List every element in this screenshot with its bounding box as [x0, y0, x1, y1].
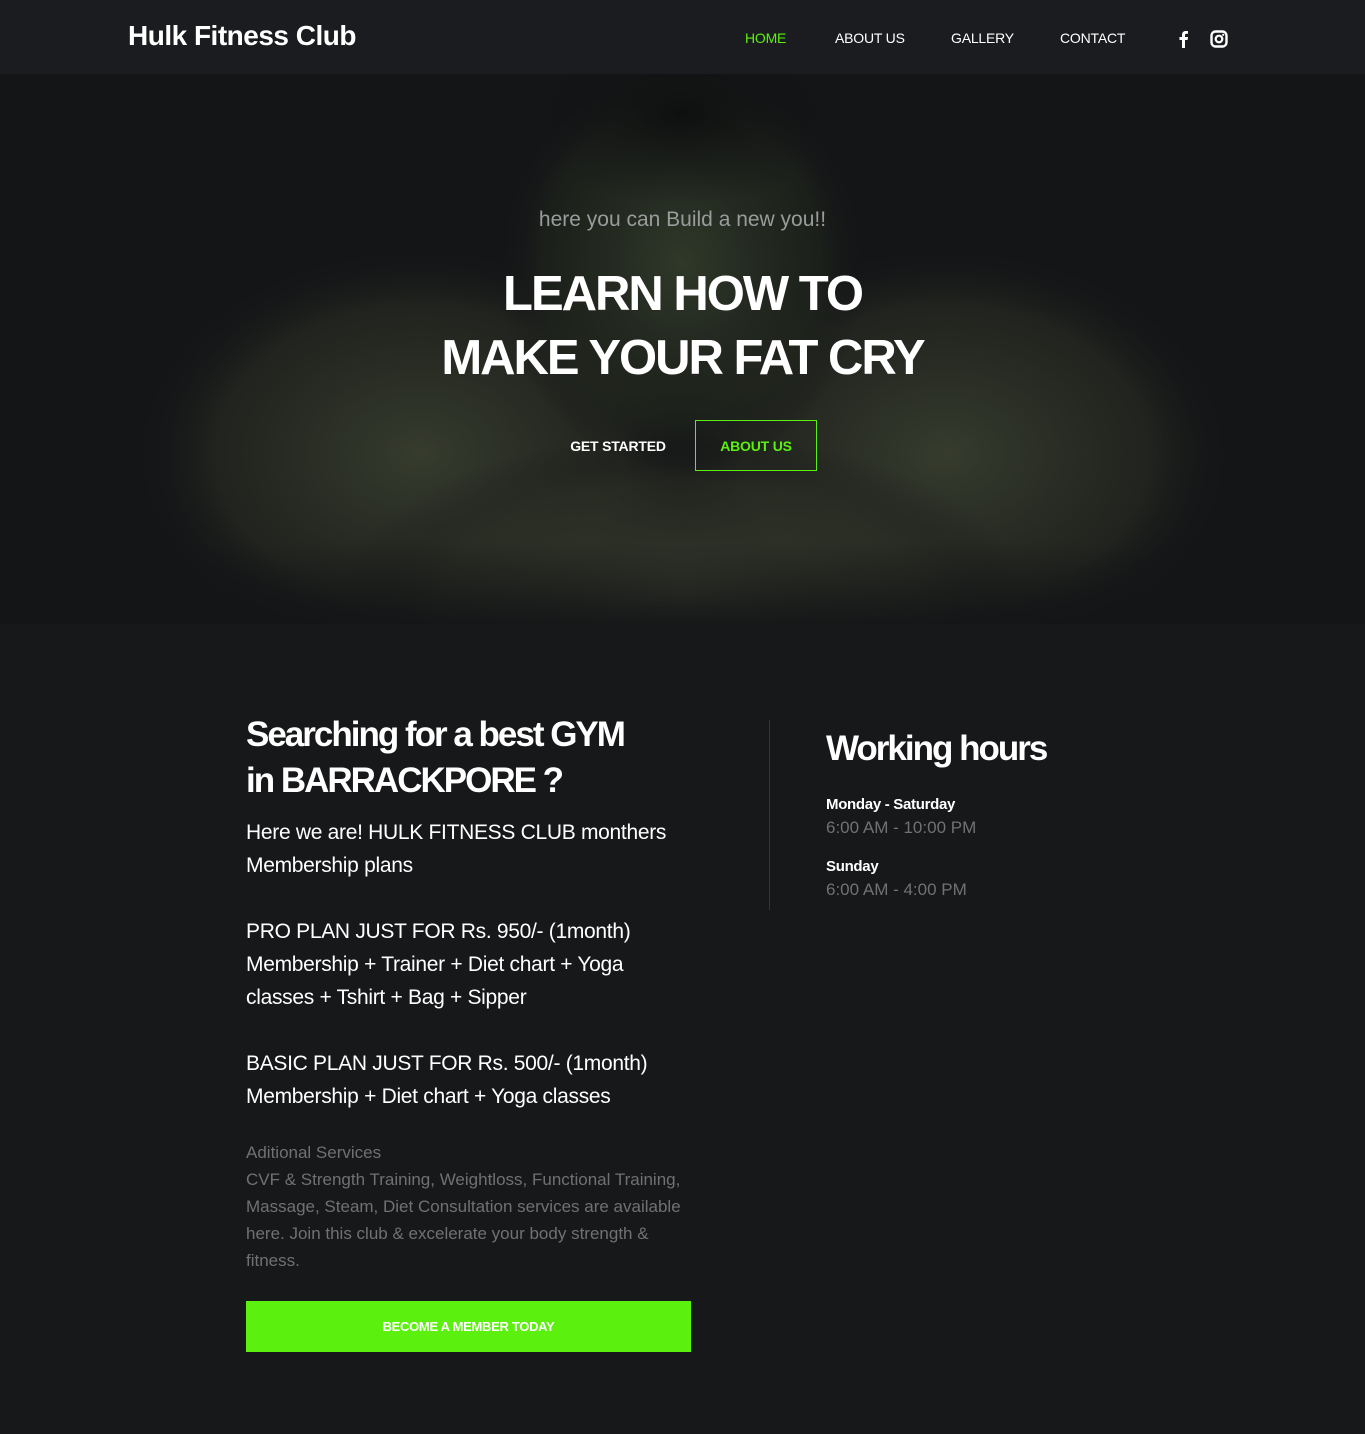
working-hours-section: Working hours Monday - Saturday 6:00 AM … — [826, 727, 1126, 900]
become-member-button[interactable]: BECOME A MEMBER TODAY — [246, 1301, 691, 1352]
hours-entry: Sunday 6:00 AM - 4:00 PM — [826, 858, 1126, 900]
membership-title: Searching for a best GYM in BARRACKPORE … — [246, 712, 696, 804]
membership-intro: Here we are! HULK FITNESS CLUB monthers … — [246, 821, 667, 877]
hours-time: 6:00 AM - 10:00 PM — [826, 818, 977, 837]
hero-section: here you can Build a new you!! LEARN HOW… — [0, 74, 1365, 624]
hero-tagline: here you can Build a new you!! — [538, 208, 827, 231]
hours-day: Monday - Saturday — [826, 796, 956, 813]
basic-plan-price: BASIC PLAN JUST FOR Rs. 500/- (1month) — [246, 1052, 648, 1075]
nav-link-about-us[interactable]: ABOUT US — [835, 30, 905, 46]
instagram-icon[interactable] — [1209, 29, 1229, 49]
membership-title-line-2: in BARRACKPORE ? — [246, 761, 564, 800]
hero-title-line-2: MAKE YOUR FAT CRY — [441, 331, 925, 385]
basic-plan-features: Membership + Diet chart + Yoga classes — [246, 1085, 611, 1108]
pro-plan-features: Membership + Trainer + Diet chart + Yoga… — [246, 953, 624, 1009]
hours-entry: Monday - Saturday 6:00 AM - 10:00 PM — [826, 796, 1126, 838]
facebook-icon[interactable] — [1173, 29, 1193, 49]
hours-time: 6:00 AM - 4:00 PM — [826, 880, 967, 899]
nav-link-gallery[interactable]: GALLERY — [951, 30, 1014, 46]
hero-title: LEARN HOW TO MAKE YOUR FAT CRY — [0, 262, 1365, 390]
services-heading: Aditional Services — [246, 1143, 382, 1162]
additional-services: Aditional Services CVF & Strength Traini… — [246, 1139, 696, 1274]
nav-link-contact[interactable]: CONTACT — [1060, 30, 1125, 46]
brand-logo[interactable]: Hulk Fitness Club — [128, 20, 356, 52]
services-text: CVF & Strength Training, Weightloss, Fun… — [246, 1170, 681, 1270]
pro-plan: PRO PLAN JUST FOR Rs. 950/- (1month) Mem… — [246, 915, 696, 1014]
top-navbar: Hulk Fitness Club HOME ABOUT US GALLERY … — [0, 0, 1365, 74]
get-started-button[interactable]: GET STARTED — [550, 420, 686, 471]
about-us-button[interactable]: ABOUT US — [695, 420, 817, 471]
pro-plan-price: PRO PLAN JUST FOR Rs. 950/- (1month) — [246, 920, 631, 943]
membership-section: Searching for a best GYM in BARRACKPORE … — [246, 712, 696, 1274]
nav-link-home[interactable]: HOME — [745, 30, 786, 46]
working-hours-title: Working hours — [826, 729, 1048, 768]
hours-day: Sunday — [826, 858, 879, 875]
basic-plan: BASIC PLAN JUST FOR Rs. 500/- (1month) M… — [246, 1047, 696, 1113]
membership-title-line-1: Searching for a best GYM — [246, 715, 626, 754]
hero-title-line-1: LEARN HOW TO — [503, 267, 864, 321]
vertical-divider — [769, 720, 770, 910]
